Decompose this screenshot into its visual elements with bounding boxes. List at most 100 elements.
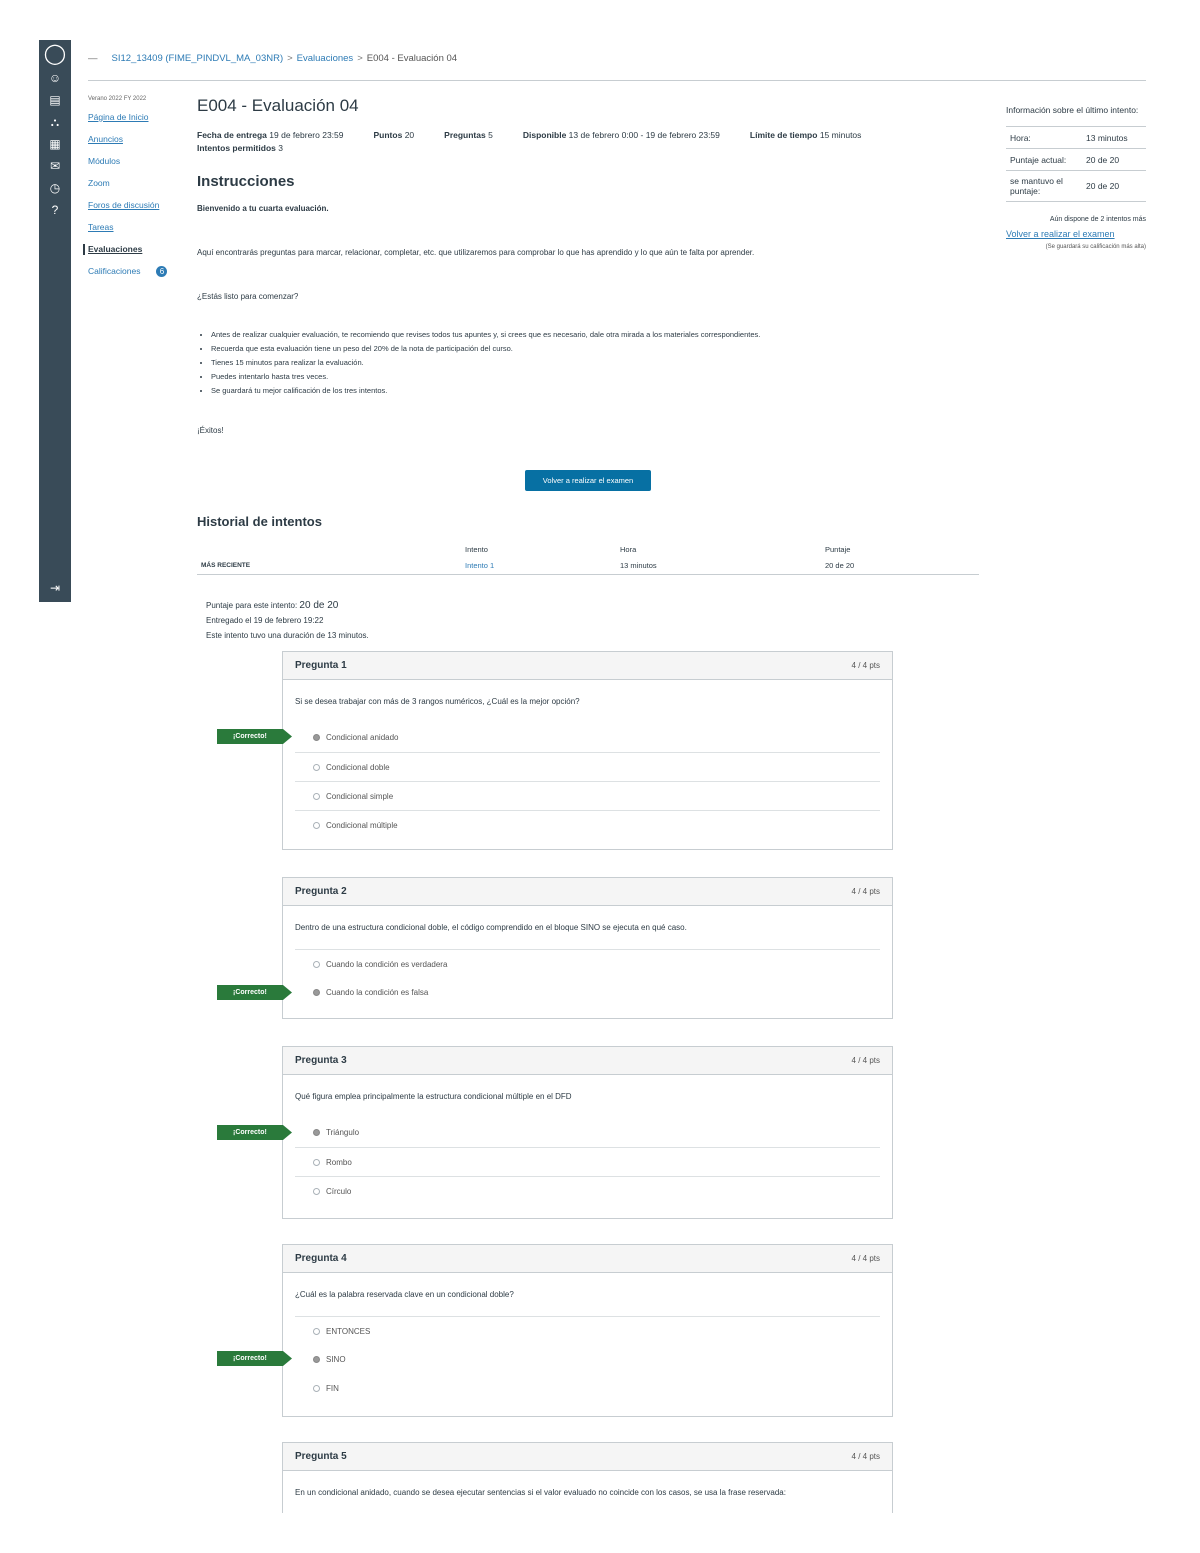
question-title: Pregunta 4 <box>295 1253 347 1264</box>
submitted-line: Entregado el 19 de febrero 19:22 <box>206 616 324 625</box>
quiz-main: E004 - Evaluación 04 Fecha de entrega 19… <box>197 96 979 575</box>
collapse-icon[interactable]: ⇥ <box>39 578 71 598</box>
course-nav: Verano 2022 FY 2022 Página de Inicio Anu… <box>83 96 178 288</box>
course-nav-assignments[interactable]: Tareas <box>88 222 178 233</box>
course-nav-discussions[interactable]: Foros de discusión <box>88 200 178 211</box>
radio-icon <box>313 1385 320 1392</box>
help-icon[interactable]: ? <box>39 200 71 220</box>
answer-option: Rombo <box>295 1147 880 1176</box>
page-title: E004 - Evaluación 04 <box>197 96 359 115</box>
question-points: 4 / 4 pts <box>851 1254 880 1263</box>
radio-icon <box>313 792 320 800</box>
answer-label: Condicional anidado <box>326 733 399 742</box>
course-nav-home[interactable]: Página de Inicio <box>88 112 178 123</box>
question-header: Pregunta 4 4 / 4 pts <box>283 1244 892 1273</box>
table-header: Intento Hora Puntaje <box>197 541 979 557</box>
question-text: Qué figura emplea principalmente la estr… <box>295 1092 572 1101</box>
question-count: Preguntas 5 <box>444 130 493 140</box>
term-label: Verano 2022 FY 2022 <box>88 96 147 102</box>
inbox-icon[interactable]: ✉ <box>39 156 71 176</box>
question-text: En un condicional anidado, cuando se des… <box>295 1488 786 1497</box>
course-nav-announcements[interactable]: Anuncios <box>88 134 178 145</box>
answer-label: Condicional doble <box>326 762 390 772</box>
sidebar-label: Puntaje actual: <box>1010 154 1067 165</box>
question-header: Pregunta 3 4 / 4 pts <box>283 1046 892 1075</box>
question-title: Pregunta 5 <box>295 1451 347 1462</box>
answer-label: Condicional múltiple <box>326 820 398 830</box>
time-limit-label: Límite de tiempo <box>749 130 818 140</box>
welcome-text: Bienvenido a tu cuarta evaluación. <box>197 204 329 213</box>
intro-text: Aquí encontrarás preguntas para marcar, … <box>197 248 755 257</box>
list-item: Tienes 15 minutos para realizar la evalu… <box>211 356 979 370</box>
question-4: Pregunta 4 4 / 4 pts ¿Cuál es la palabra… <box>282 1244 893 1417</box>
divider <box>88 80 1146 81</box>
attempt-time: 13 minutos <box>620 561 657 570</box>
answer-label: Cuando la condición es verdadera <box>326 959 448 969</box>
question-points: 4 / 4 pts <box>851 1452 880 1461</box>
breadcrumb-separator: > <box>357 53 363 64</box>
sidebar-heading: Información sobre el último intento: <box>1006 105 1139 115</box>
time-limit: Límite de tiempo 15 minutos <box>750 130 862 140</box>
sidebar-label: se mantuvo el puntaje: <box>1010 176 1063 196</box>
success-text: ¡Éxitos! <box>197 426 224 435</box>
answer-option: Condicional múltiple <box>295 810 880 839</box>
history-icon[interactable]: ◷ <box>39 178 71 198</box>
table-row: MÁS RECIENTE Intento 1 13 minutos 20 de … <box>197 557 979 575</box>
breadcrumb-course[interactable]: SI12_13409 (FIME_PINDVL_MA_03NR) <box>112 53 284 64</box>
radio-icon <box>313 1327 320 1335</box>
course-nav-zoom[interactable]: Zoom <box>88 178 178 189</box>
retake-link[interactable]: Volver a realizar el examen <box>1006 229 1146 239</box>
question-3: Pregunta 3 4 / 4 pts Qué figura emplea p… <box>282 1046 893 1219</box>
account-icon[interactable]: ☺ <box>39 68 71 88</box>
correct-badge: ¡Correcto! <box>217 1351 292 1366</box>
question-title: Pregunta 1 <box>295 660 347 671</box>
instructions-list: Antes de realizar cualquier evaluación, … <box>211 328 979 398</box>
hamburger-icon[interactable]: — <box>88 53 98 64</box>
history-table: Intento Hora Puntaje MÁS RECIENTE Intent… <box>197 541 979 575</box>
answer-option: Condicional simple <box>295 781 880 810</box>
answer-label: SINO <box>326 1355 346 1364</box>
dashboard-icon[interactable]: ▤ <box>39 90 71 110</box>
retake-button[interactable]: Volver a realizar el examen <box>525 470 651 491</box>
available-label: Disponible <box>522 130 567 140</box>
answer-option: Condicional anidado <box>295 723 880 752</box>
quiz-meta: Fecha de entrega 19 de febrero 23:59 Pun… <box>197 130 979 140</box>
question-title: Pregunta 2 <box>295 886 347 897</box>
logo-icon[interactable]: ◯ <box>39 42 71 66</box>
radio-icon <box>313 821 320 829</box>
calendar-icon[interactable]: ▦ <box>39 134 71 154</box>
sidebar-value: 13 minutos <box>1086 132 1128 143</box>
course-nav-modules[interactable]: Módulos <box>88 156 178 167</box>
attempts-label: Intentos permitidos <box>197 143 276 153</box>
radio-selected-icon <box>313 734 320 741</box>
due-date: Fecha de entrega 19 de febrero 23:59 <box>197 130 344 140</box>
course-nav-grades[interactable]: Calificaciones 6 <box>88 266 178 278</box>
radio-icon <box>313 960 320 968</box>
breadcrumb-current: E004 - Evaluación 04 <box>366 53 458 64</box>
radio-icon <box>313 1187 320 1195</box>
history-heading: Historial de intentos <box>197 514 322 529</box>
global-nav: ◯ ☺ ▤ ⛬ ▦ ✉ ◷ ? ⇥ <box>39 40 71 602</box>
breadcrumb-section[interactable]: Evaluaciones <box>297 53 354 64</box>
questions-label: Preguntas <box>444 130 486 140</box>
sidebar-row: Puntaje actual: 20 de 20 <box>1006 148 1146 170</box>
courses-icon[interactable]: ⛬ <box>39 112 71 132</box>
answer-option: Condicional doble <box>295 752 880 781</box>
sidebar-value: 20 de 20 <box>1086 154 1120 165</box>
answer-label: Rombo <box>326 1157 352 1167</box>
course-nav-quizzes[interactable]: Evaluaciones <box>83 244 178 255</box>
answer-option: Círculo <box>295 1176 880 1205</box>
attempt-info-sidebar: Información sobre el último intento: Hor… <box>1006 103 1146 250</box>
radio-selected-icon <box>313 1129 320 1136</box>
answer-option: Triángulo <box>295 1118 880 1147</box>
radio-icon <box>313 1158 320 1166</box>
sidebar-row: se mantuvo el puntaje: 20 de 20 <box>1006 170 1146 202</box>
list-item: Puedes intentarlo hasta tres veces. <box>211 370 979 384</box>
remaining-attempts: Aún dispone de 2 intentos más <box>1049 216 1146 223</box>
attempts-allowed: Intentos permitidos 3 <box>197 143 979 153</box>
radio-icon <box>313 763 320 771</box>
question-points: 4 / 4 pts <box>851 661 880 670</box>
sidebar-value: 20 de 20 <box>1086 181 1120 191</box>
answer-option: FIN <box>295 1374 880 1403</box>
attempt-link[interactable]: Intento 1 <box>465 561 620 570</box>
